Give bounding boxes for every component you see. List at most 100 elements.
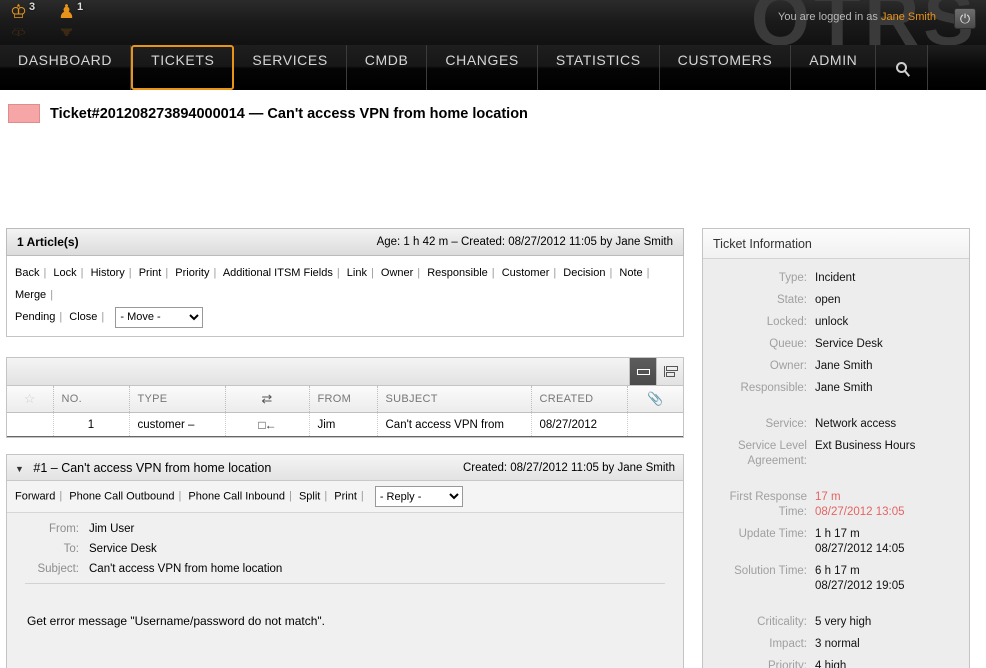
paperclip-icon[interactable]: 📎 — [647, 391, 664, 406]
col-subject[interactable]: SUBJECT — [377, 386, 531, 413]
action-pending[interactable]: Pending — [15, 311, 55, 323]
article-count: 1 Article(s) — [17, 235, 79, 249]
action-additional-itsm-fields[interactable]: Additional ITSM Fields — [223, 267, 333, 279]
ut-duration: 1 h 17 m — [815, 528, 860, 540]
exchange-icon[interactable]: ⇄ — [261, 391, 272, 406]
action-merge[interactable]: Merge — [15, 289, 46, 301]
col-from[interactable]: FROM — [309, 386, 377, 413]
sep: | — [337, 267, 340, 279]
sep: | — [178, 490, 181, 502]
nav-item-admin[interactable]: ADMIN — [791, 45, 876, 90]
action-print[interactable]: Print — [139, 267, 162, 279]
sep: | — [609, 267, 612, 279]
meta-value-from: Jim User — [89, 523, 134, 535]
article-action-phone-call-inbound[interactable]: Phone Call Inbound — [188, 490, 285, 502]
info-label-owner: Owner: — [703, 359, 815, 374]
frt-duration: 17 m — [815, 491, 841, 503]
action-customer[interactable]: Customer — [502, 267, 550, 279]
article-action-phone-call-outbound[interactable]: Phone Call Outbound — [69, 490, 174, 502]
info-gap-1 — [703, 403, 961, 417]
person-icon-wrapper[interactable]: ♟ ♟ 1 — [56, 3, 90, 43]
power-icon[interactable]: ⏻ — [954, 8, 976, 29]
article-action-print[interactable]: Print — [334, 490, 357, 502]
action-back[interactable]: Back — [15, 267, 39, 279]
cell-star[interactable] — [7, 413, 53, 437]
info-label-responsible: Responsible: — [703, 381, 815, 396]
info-value-state: open — [815, 293, 961, 308]
nav-item-customers[interactable]: CUSTOMERS — [660, 45, 792, 90]
sep: | — [43, 267, 46, 279]
meta-label-subject: Subject: — [15, 563, 89, 575]
person-icon-reflection: ♟ — [56, 27, 90, 36]
info-row-owner: Owner: Jane Smith — [703, 359, 961, 374]
cell-no: 1 — [53, 413, 129, 437]
st-datetime: 08/27/2012 19:05 — [815, 579, 961, 594]
info-row-type: Type: Incident — [703, 271, 961, 286]
info-value-first-response-time: 17 m 08/27/2012 13:05 — [815, 490, 961, 520]
action-owner[interactable]: Owner — [381, 267, 413, 279]
meta-row-from: From: Jim User — [15, 523, 675, 535]
article-action-forward[interactable]: Forward — [15, 490, 55, 502]
sep: | — [371, 267, 374, 279]
person-icon[interactable]: ♟ — [56, 3, 90, 23]
action-responsible[interactable]: Responsible — [427, 267, 488, 279]
action-note[interactable]: Note — [619, 267, 642, 279]
cell-attachment — [627, 413, 683, 437]
people-icon[interactable]: ♔ — [8, 3, 42, 23]
page-title: Ticket#201208273894000014 — Can't access… — [50, 106, 528, 122]
article-header[interactable]: ▼ #1 – Can't access VPN from home locati… — [7, 455, 683, 481]
split-view-icon[interactable] — [656, 358, 683, 385]
header-toolbar: ♔ ♔ 3 ♟ ♟ 1 — [8, 3, 90, 43]
collapse-triangle-icon[interactable]: ▼ — [15, 464, 24, 474]
info-label-solution-time: Solution Time: — [703, 564, 815, 594]
single-view-glyph — [637, 369, 650, 375]
cell-type: customer – — [129, 413, 225, 437]
col-attachment[interactable]: 📎 — [627, 386, 683, 413]
articles-table-head: ☆ NO. TYPE ⇄ FROM SUBJECT CREATED 📎 — [7, 386, 683, 413]
action-close[interactable]: Close — [69, 311, 97, 323]
col-no[interactable]: NO. — [53, 386, 129, 413]
info-label-impact: Impact: — [703, 637, 815, 652]
nav-item-tickets[interactable]: TICKETS — [131, 45, 234, 90]
info-row-impact: Impact: 3 normal — [703, 637, 961, 652]
sep: | — [647, 267, 650, 279]
col-type[interactable]: TYPE — [129, 386, 225, 413]
info-row-priority: Priority: 4 high — [703, 659, 961, 668]
article-created: Created: 08/27/2012 11:05 by Jane Smith — [463, 462, 675, 474]
col-star[interactable]: ☆ — [7, 386, 53, 413]
single-view-icon[interactable] — [629, 358, 656, 385]
sep: | — [324, 490, 327, 502]
sep: | — [214, 267, 217, 279]
nav-item-cmdb[interactable]: CMDB — [347, 45, 428, 90]
search-icon[interactable] — [896, 62, 907, 73]
reply-select[interactable]: - Reply - — [375, 486, 463, 507]
nav-item-changes[interactable]: CHANGES — [427, 45, 537, 90]
meta-row-to: To: Service Desk — [15, 543, 675, 555]
col-direction[interactable]: ⇄ — [225, 386, 309, 413]
people-icon-wrapper[interactable]: ♔ ♔ 3 — [8, 3, 42, 43]
col-created[interactable]: CREATED — [531, 386, 627, 413]
action-decision[interactable]: Decision — [563, 267, 605, 279]
logged-in-user[interactable]: Jane Smith — [881, 11, 936, 23]
info-row-responsible: Responsible: Jane Smith — [703, 381, 961, 396]
action-lock[interactable]: Lock — [53, 267, 76, 279]
action-priority[interactable]: Priority — [175, 267, 209, 279]
info-value-impact: 3 normal — [815, 637, 961, 652]
articles-table: ☆ NO. TYPE ⇄ FROM SUBJECT CREATED 📎 1 — [7, 386, 683, 437]
star-icon[interactable]: ☆ — [24, 391, 36, 406]
sep: | — [59, 311, 62, 323]
split-view-bar — [664, 366, 665, 377]
info-gap-3 — [703, 601, 961, 615]
info-row-criticality: Criticality: 5 very high — [703, 615, 961, 630]
nav-item-services[interactable]: SERVICES — [234, 45, 346, 90]
move-queue-select[interactable]: - Move - — [115, 307, 203, 328]
article-action-split[interactable]: Split — [299, 490, 320, 502]
nav-item-statistics[interactable]: STATISTICS — [538, 45, 660, 90]
info-label-update-time: Update Time: — [703, 527, 815, 557]
table-row[interactable]: 1 customer – □← Jim Can't access VPN fro… — [7, 413, 683, 437]
page-content: Ticket#201208273894000014 — Can't access… — [0, 90, 986, 668]
nav-item-search[interactable] — [876, 45, 928, 90]
action-link[interactable]: Link — [347, 267, 367, 279]
action-history[interactable]: History — [91, 267, 125, 279]
nav-item-dashboard[interactable]: DASHBOARD — [0, 45, 131, 90]
